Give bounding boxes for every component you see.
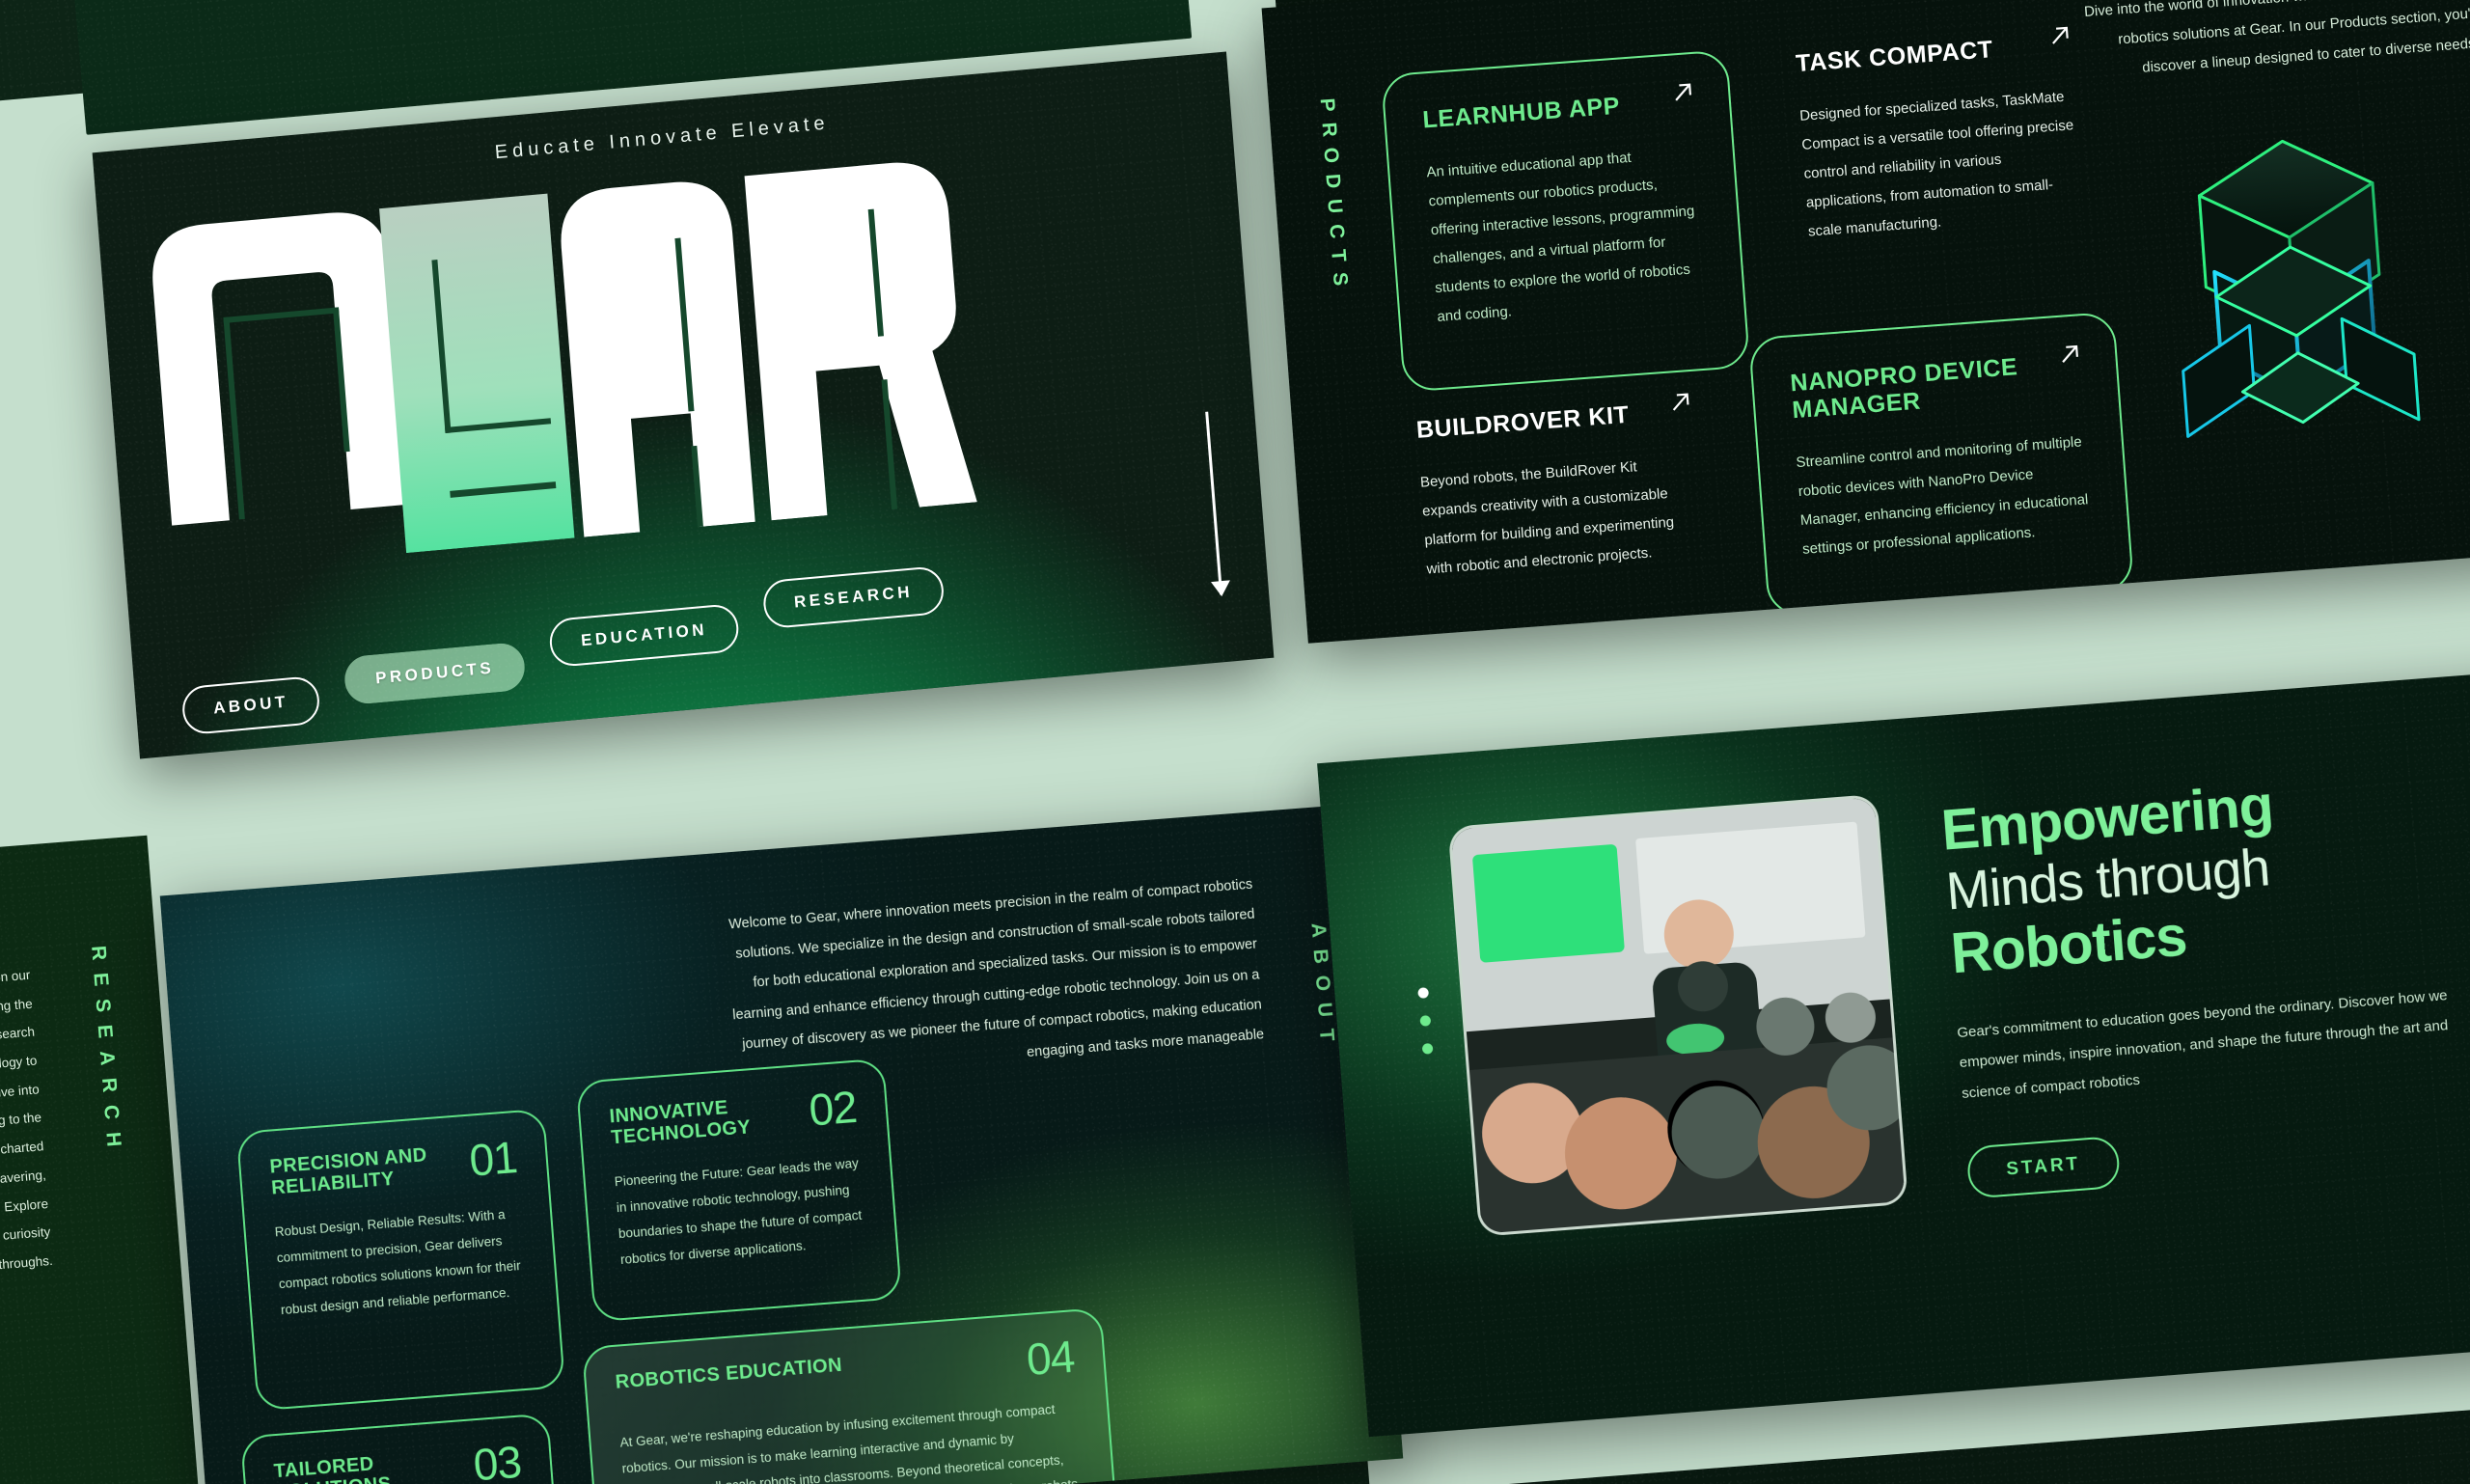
start-button[interactable]: START	[1965, 1136, 2122, 1199]
carousel-dot-1[interactable]	[1417, 987, 1430, 999]
mockup-stage: RESEARCH ration on our n, pushing the . …	[0, 0, 2470, 1484]
product-card-body: Designed for specialized tasks, TaskMate…	[1798, 88, 2074, 240]
product-card-title: NANOPRO DEVICE MANAGER	[1789, 353, 2019, 425]
slide-about[interactable]: ABOUT Welcome to Gear, where innovation …	[159, 804, 1404, 1484]
product-card-buildrover-kit[interactable]: BUILDROVER KIT Beyond robots, the BuildR…	[1377, 361, 1741, 627]
about-card-number: 03	[471, 1436, 523, 1484]
arrow-up-right-icon	[1669, 79, 1696, 106]
research-line: ts breakthroughs.	[0, 1252, 54, 1276]
research-body-fragment: ration on our n, pushing the . Our resea…	[0, 961, 54, 1294]
carousel-dot-2[interactable]	[1419, 1015, 1432, 1027]
research-rail-label: RESEARCH	[87, 945, 126, 1161]
education-body: Gear's commitment to education goes beyo…	[1956, 986, 2449, 1102]
product-card-task-compact[interactable]: TASK COMPACT Designed for specialized ta…	[1756, 0, 2125, 328]
about-card-number: 02	[807, 1081, 859, 1136]
arrow-up-right-icon	[2046, 22, 2073, 49]
about-card-body: At Gear, we're reshaping education by in…	[619, 1402, 1082, 1484]
about-card-precision-and-reliability[interactable]: PRECISION AND RELIABILITY 01 Robust Desi…	[235, 1108, 566, 1412]
product-card-nanopro-device-manager[interactable]: NANOPRO DEVICE MANAGER Streamline contro…	[1747, 311, 2135, 618]
slide-products[interactable]: PRODUCTS Dive into the world of innovati…	[1261, 0, 2470, 644]
arrow-up-right-icon	[1667, 389, 1694, 416]
slide-education[interactable]: EDUCATION	[1317, 666, 2470, 1438]
education-copy: Empowering Minds through Robotics Gear's…	[1939, 757, 2470, 1199]
about-card-title: TAILORED SOLUTIONS	[273, 1453, 392, 1484]
about-card-number: 04	[1025, 1331, 1077, 1385]
about-card-title: ROBOTICS EDUCATION	[614, 1354, 843, 1393]
about-card-tailored-solutions[interactable]: TAILORED SOLUTIONS 03 Engaging Learning …	[239, 1413, 567, 1484]
product-card-title: LEARNHUB APP	[1421, 92, 1621, 134]
products-rail-label: PRODUCTS	[1315, 96, 1353, 297]
product-card-title: TASK COMPACT	[1795, 36, 1994, 78]
products-intro-paragraph: Dive into the world of innovation with o…	[2083, 0, 2470, 76]
arrow-up-right-icon	[2056, 341, 2083, 368]
product-card-title: BUILDROVER KIT	[1415, 400, 1631, 444]
product-card-body: An intuitive educational app that comple…	[1425, 149, 1695, 326]
about-card-robotics-education[interactable]: ROBOTICS EDUCATION 04 At Gear, we're res…	[581, 1306, 1118, 1484]
product-card-body: Streamline control and monitoring of mul…	[1795, 433, 2089, 558]
about-card-innovative-technology[interactable]: INNOVATIVE TECHNOLOGY 02 Pioneering the …	[575, 1058, 903, 1323]
product-card-body: Beyond robots, the BuildRover Kit expand…	[1419, 458, 1675, 578]
slide-hero[interactable]: Educate Innovate Elevate ABOUT PRODUCTS …	[92, 51, 1275, 759]
education-photo	[1447, 793, 1908, 1237]
carousel-dot-3[interactable]	[1421, 1042, 1434, 1055]
about-card-title: INNOVATIVE TECHNOLOGY	[608, 1097, 752, 1149]
about-card-title: PRECISION AND RELIABILITY	[268, 1144, 428, 1199]
product-card-learnhub[interactable]: LEARNHUB APP An intuitive educational ap…	[1380, 49, 1751, 393]
about-card-body: Pioneering the Future: Gear leads the wa…	[614, 1155, 863, 1267]
about-card-number: 01	[467, 1132, 519, 1186]
isometric-cubes-illustration	[2089, 108, 2470, 492]
about-card-body: Robust Design, Reliable Results: With a …	[274, 1206, 522, 1317]
